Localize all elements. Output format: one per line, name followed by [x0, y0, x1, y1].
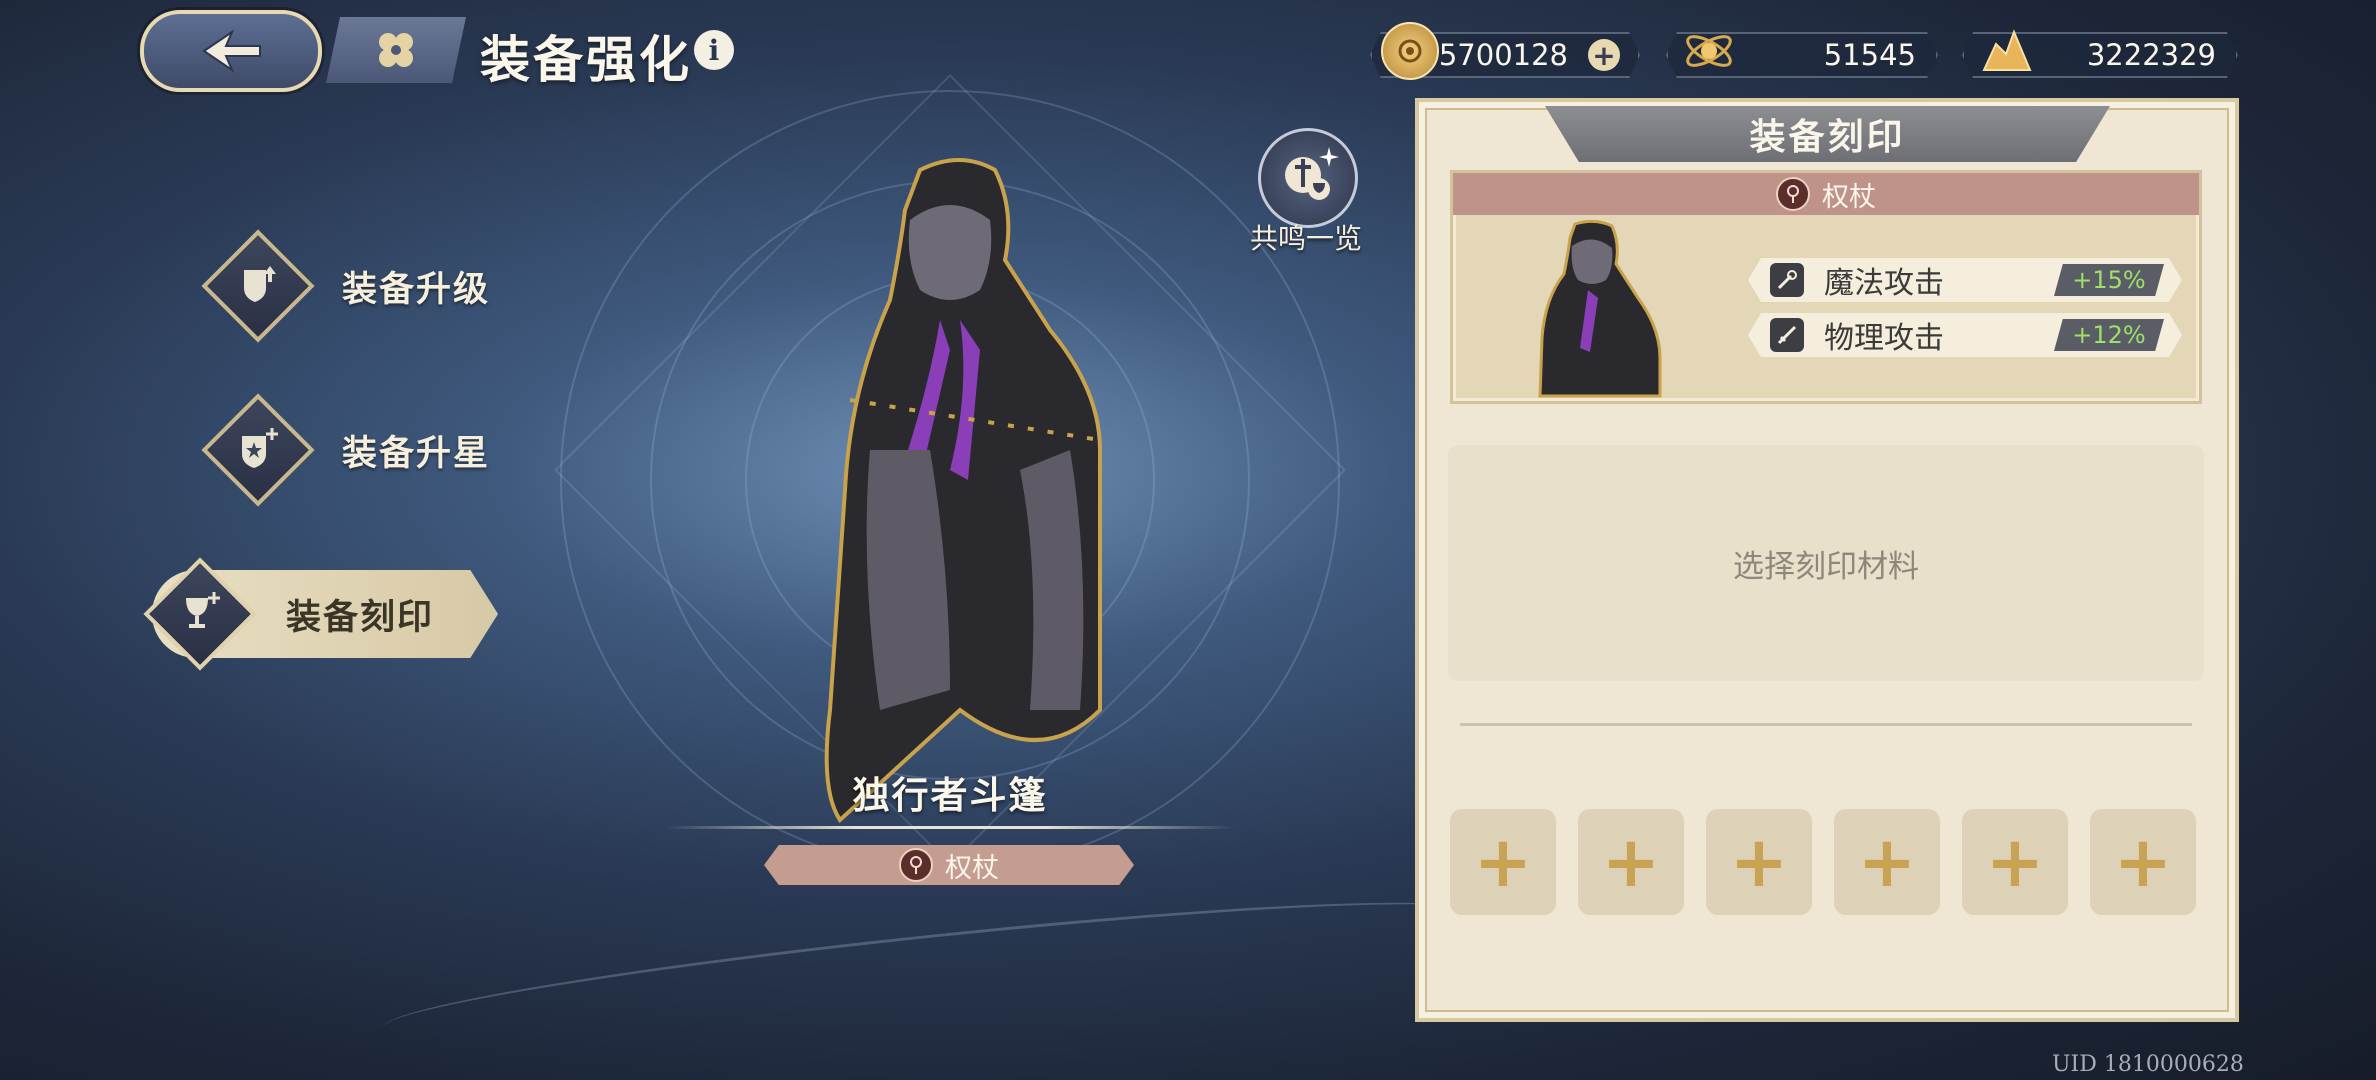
menu-diamond-engrave	[143, 557, 257, 671]
menu-item-label: 装备刻印	[286, 597, 435, 638]
stat-value: +15%	[2054, 264, 2164, 296]
material-select-area[interactable]: 选择刻印材料	[1448, 445, 2204, 681]
info-icon[interactable]: i	[694, 30, 734, 70]
plus-icon: +	[1601, 821, 1661, 903]
plus-icon: +	[1857, 821, 1917, 903]
gold-pile-icon	[1978, 22, 2036, 80]
menu-item-star[interactable]: 装备升星	[201, 393, 491, 507]
material-select-prompt: 选择刻印材料	[1733, 548, 1919, 585]
card-type-label: 权杖	[1822, 181, 1876, 213]
menu-item-engrave[interactable]: 装备刻印	[143, 557, 435, 671]
resonance-button[interactable]	[1258, 128, 1358, 228]
material-slot[interactable]: +	[2090, 809, 2196, 915]
plus-icon: +	[2113, 821, 2173, 903]
resonance-label: 共鸣一览	[1250, 222, 1363, 255]
material-slot[interactable]: +	[1578, 809, 1684, 915]
page-title: 装备强化	[480, 31, 692, 89]
menu-item-upgrade[interactable]: 装备升级	[201, 229, 491, 343]
material-slot[interactable]: +	[1962, 809, 2068, 915]
back-button[interactable]	[140, 10, 322, 92]
equipment-divider	[665, 826, 1235, 829]
equipment-type-label: 权杖	[945, 852, 999, 884]
menu-item-label: 装备升星	[342, 433, 491, 474]
stat-row-magic: 魔法攻击 +15%	[1748, 258, 2182, 302]
material-slot[interactable]: +	[1834, 809, 1940, 915]
panel-title: 装备刻印	[1749, 117, 1906, 158]
card-header: 权杖	[1453, 173, 2199, 215]
home-button[interactable]	[326, 17, 466, 83]
bg-streak	[379, 877, 1481, 1063]
material-slot[interactable]: +	[1706, 809, 1812, 915]
gold-coin-icon	[1381, 22, 1439, 80]
staff-icon	[899, 848, 933, 882]
menu-item-label: 装备升级	[342, 269, 491, 310]
panel-title-bar: 装备刻印	[1545, 106, 2110, 162]
shield-star-icon	[242, 428, 278, 468]
plus-icon: +	[1729, 821, 1789, 903]
back-arrow-icon	[202, 29, 261, 73]
menu-diamond-upgrade	[201, 229, 315, 343]
stat-row-physical: 物理攻击 +12%	[1748, 313, 2182, 357]
equipment-name: 独行者斗篷	[852, 774, 1048, 817]
currency-gold-value: 5700128	[1438, 38, 1568, 72]
currency-crystal-value: 51545	[1823, 38, 1916, 72]
stat-name: 魔法攻击	[1824, 266, 1944, 301]
sword-icon	[1770, 318, 1804, 352]
sword-chalice-icon	[1285, 147, 1339, 200]
stat-value: +12%	[2054, 319, 2164, 351]
uid-label: UID 1810000628	[2052, 1052, 2244, 1077]
card-equipment-thumbnail	[1538, 219, 1662, 398]
wand-icon	[1770, 263, 1804, 297]
plus-icon: +	[1473, 821, 1533, 903]
material-slot[interactable]: +	[1450, 809, 1556, 915]
shield-up-icon	[244, 266, 276, 302]
add-gold-button[interactable]: +	[1588, 39, 1620, 72]
currency-goldpile-value: 3222329	[2086, 38, 2216, 72]
clover-icon	[379, 33, 413, 67]
equipment-image	[824, 158, 1102, 824]
staff-icon	[1776, 177, 1810, 211]
stat-name: 物理攻击	[1824, 321, 1944, 356]
atom-crystal-icon	[1680, 22, 1738, 80]
menu-diamond-star	[201, 393, 315, 507]
panel-divider	[1460, 723, 2192, 726]
equipment-type-tag: 权杖	[764, 845, 1134, 885]
plus-icon: +	[1985, 821, 2045, 903]
chalice-plus-icon	[186, 592, 220, 628]
